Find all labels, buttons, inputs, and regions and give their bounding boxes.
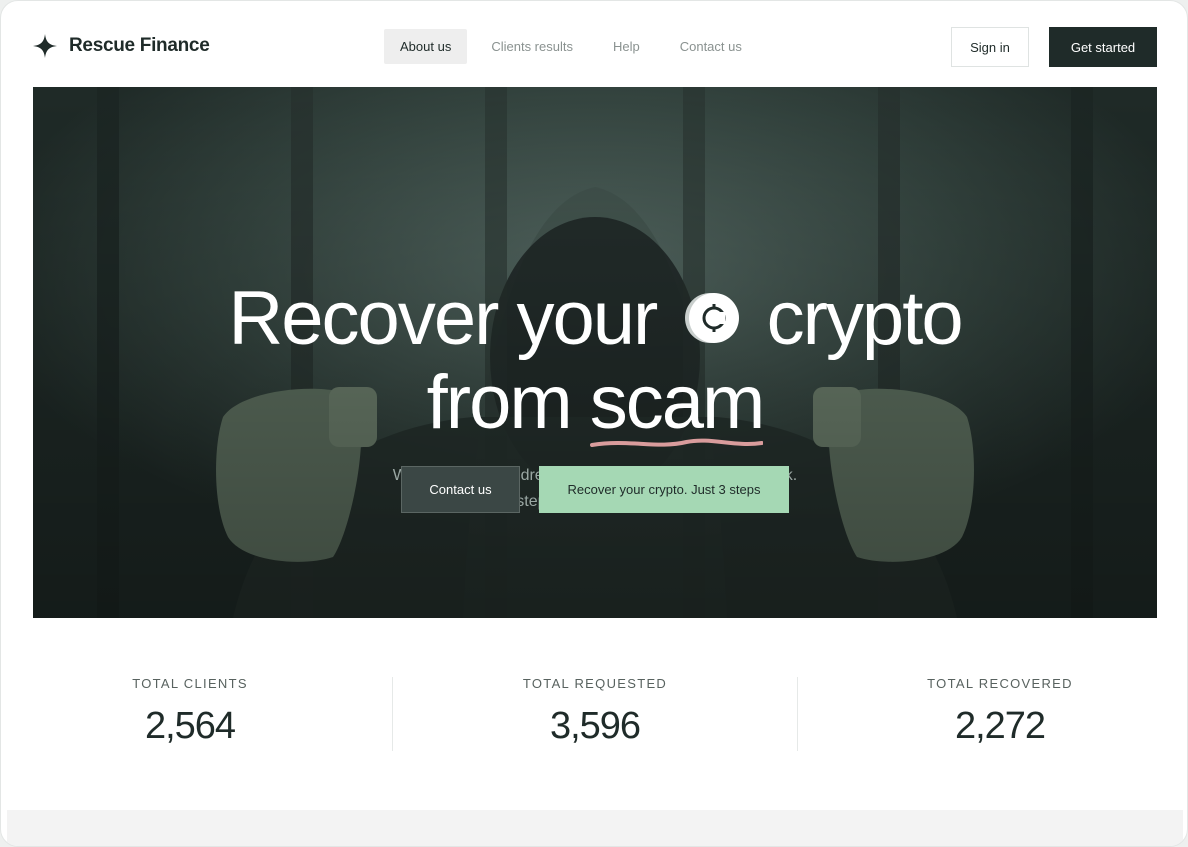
- hero-title-part-2: crypto: [766, 276, 964, 361]
- hero-title-line-1: Recover your crypto: [33, 277, 1157, 361]
- page-frame: Rescue Finance About us Clients results …: [0, 0, 1188, 847]
- next-section-band: [7, 810, 1183, 846]
- nav-item-about-us[interactable]: About us: [384, 29, 468, 64]
- stat-value: 3,596: [549, 705, 641, 747]
- hero-title-part-4: scam: [589, 360, 766, 445]
- nav-item-help[interactable]: Help: [597, 29, 656, 64]
- hero-title-line-2: from scam: [33, 360, 1157, 447]
- sign-in-button[interactable]: Sign in: [951, 27, 1029, 67]
- scam-word: scam: [589, 360, 766, 447]
- stats-section: TOTAL CLIENTS 2,564 TOTAL REQUESTED 3,59…: [1, 618, 1187, 808]
- top-header: Rescue Finance About us Clients results …: [1, 1, 1187, 87]
- get-started-button[interactable]: Get started: [1049, 27, 1157, 67]
- stat-label: TOTAL REQUESTED: [522, 676, 668, 691]
- stat-divider: [797, 677, 798, 751]
- hero-title-part-3: from: [426, 360, 573, 445]
- stat-label: TOTAL CLIENTS: [132, 676, 248, 691]
- stat-total-clients: TOTAL CLIENTS 2,564: [40, 676, 340, 748]
- main-nav: About us Clients results Help Contact us: [384, 29, 758, 64]
- hero-banner: Recover your crypto from scam hundreds s…: [33, 87, 1157, 618]
- scam-underline-scribble: [589, 438, 764, 447]
- crypto-coin-icon: [684, 293, 739, 343]
- stat-divider: [392, 677, 393, 751]
- recover-crypto-button[interactable]: Recover your crypto. Just 3 steps: [539, 466, 789, 513]
- four-point-star-icon: [33, 34, 57, 58]
- stat-value: 2,564: [144, 705, 236, 747]
- stat-total-requested: TOTAL REQUESTED 3,596: [445, 676, 745, 748]
- brand-name: Rescue Finance: [69, 35, 210, 56]
- stat-total-recovered: TOTAL RECOVERED 2,272: [850, 676, 1150, 748]
- brand[interactable]: Rescue Finance: [33, 34, 210, 58]
- nav-item-clients-results[interactable]: Clients results: [475, 29, 589, 64]
- hero-contact-button[interactable]: Contact us: [401, 466, 520, 513]
- stat-label: TOTAL RECOVERED: [927, 676, 1073, 691]
- nav-item-contact-us[interactable]: Contact us: [664, 29, 758, 64]
- hero-title-part-1: Recover your: [228, 276, 658, 361]
- stat-value: 2,272: [954, 705, 1046, 747]
- hero-title: Recover your crypto from scam: [33, 277, 1157, 447]
